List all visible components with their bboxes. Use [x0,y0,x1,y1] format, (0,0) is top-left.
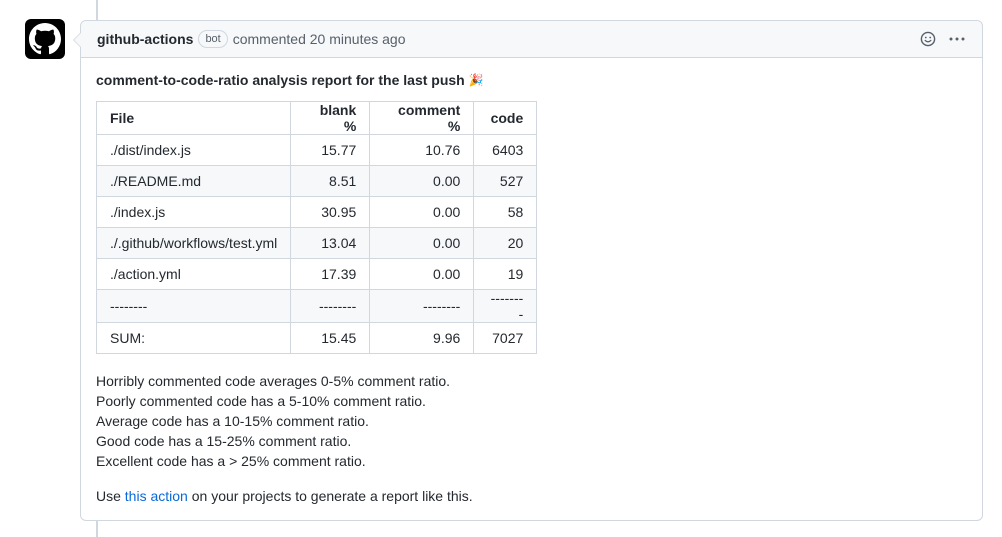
column-header-comment: comment % [369,101,475,135]
report-title: comment-to-code-ratio analysis report fo… [96,72,967,88]
file-cell: ./dist/index.js [95,134,292,166]
comment-cell: 10.76 [369,134,475,166]
blank-cell: 30.95 [290,196,371,228]
file-cell: ./README.md [95,165,292,197]
code-cell: 20 [473,227,538,259]
file-cell: ./.github/workflows/test.yml [95,227,292,259]
comment-cell: 0.00 [369,258,475,290]
comment-header: github-actions bot commented 20 minutes … [81,21,982,58]
add-reaction-button[interactable] [920,31,936,47]
note-line: Horribly commented code averages 0-5% co… [96,373,451,389]
comment-cell: 0.00 [369,227,475,259]
bot-badge: bot [198,30,228,48]
report-table: File blank % comment % code ./dist/index… [95,101,538,354]
comment-cell: 0.00 [369,165,475,197]
table-separator-row: -------- -------- -------- -------- [95,289,538,323]
sum-blank-cell: 15.45 [290,322,371,354]
github-octocat-icon [29,23,61,55]
column-header-blank: blank % [290,101,371,135]
footer-text-before: Use [96,488,125,504]
author-link[interactable]: github-actions [97,31,193,47]
table-header-row: File blank % comment % code [95,101,538,135]
kebab-horizontal-icon [949,37,965,41]
note-line: Excellent code has a > 25% comment ratio… [96,453,366,469]
blank-cell: 13.04 [290,227,371,259]
column-header-file: File [95,101,292,135]
header-actions [920,21,966,57]
separator-cell: -------- [369,289,475,323]
sum-label-cell: SUM: [95,322,292,354]
table-sum-row: SUM: 15.45 9.96 7027 [95,322,538,354]
footer-text: Use this action on your projects to gene… [96,486,967,506]
table-row: ./.github/workflows/test.yml 13.04 0.00 … [95,227,538,259]
file-cell: ./index.js [95,196,292,228]
separator-cell: -------- [473,289,538,323]
note-line: Poorly commented code has a 5-10% commen… [96,393,426,409]
ratio-notes: Horribly commented code averages 0-5% co… [96,371,967,471]
file-cell: ./action.yml [95,258,292,290]
smiley-icon [920,31,936,47]
blank-cell: 8.51 [290,165,371,197]
code-cell: 58 [473,196,538,228]
blank-cell: 15.77 [290,134,371,166]
comment-body: comment-to-code-ratio analysis report fo… [81,58,982,506]
avatar[interactable] [25,19,65,59]
comment-timestamp[interactable]: commented 20 minutes ago [233,31,406,47]
comment-cell: 0.00 [369,196,475,228]
separator-cell: -------- [290,289,371,323]
table-row: ./index.js 30.95 0.00 58 [95,196,538,228]
sum-comment-cell: 9.96 [369,322,475,354]
note-line: Good code has a 15-25% comment ratio. [96,433,352,449]
column-header-code: code [473,101,538,135]
table-row: ./README.md 8.51 0.00 527 [95,165,538,197]
note-line: Average code has a 10-15% comment ratio. [96,413,369,429]
sum-code-cell: 7027 [473,322,538,354]
blank-cell: 17.39 [290,258,371,290]
code-cell: 6403 [473,134,538,166]
tada-emoji: 🎉 [468,73,484,87]
table-row: ./dist/index.js 15.77 10.76 6403 [95,134,538,166]
comment-box: github-actions bot commented 20 minutes … [73,20,983,521]
code-cell: 527 [473,165,538,197]
footer-text-after: on your projects to generate a report li… [187,488,473,504]
report-title-text: comment-to-code-ratio analysis report fo… [96,72,465,88]
comment-options-button[interactable] [948,31,966,47]
table-row: ./action.yml 17.39 0.00 19 [95,258,538,290]
action-link[interactable]: this action [125,488,188,504]
separator-cell: -------- [95,289,292,323]
code-cell: 19 [473,258,538,290]
